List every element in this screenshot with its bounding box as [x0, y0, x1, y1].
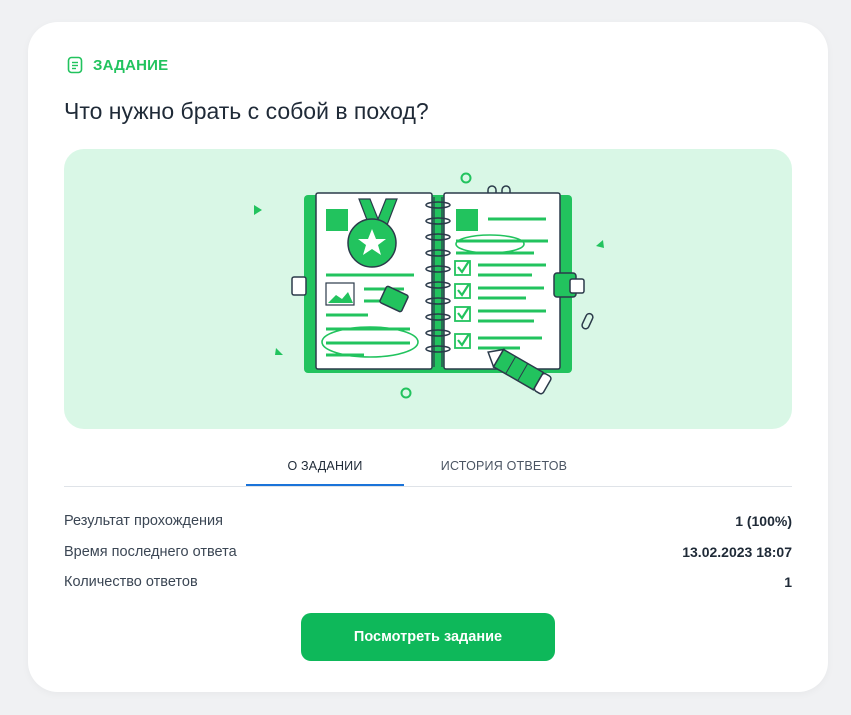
stat-label: Время последнего ответа [64, 543, 237, 560]
stat-row-result: Результат прохождения 1 (100%) [64, 506, 792, 537]
stat-value: 13.02.2023 18:07 [682, 543, 792, 560]
task-card: ЗАДАНИЕ Что нужно брать с собой в поход? [28, 22, 828, 692]
task-badge: ЗАДАНИЕ [66, 56, 168, 74]
task-badge-label: ЗАДАНИЕ [93, 56, 169, 74]
stat-value: 1 (100%) [735, 513, 792, 530]
task-stats: Результат прохождения 1 (100%) Время пос… [64, 506, 792, 598]
task-icon [67, 56, 83, 74]
tab-answer-history[interactable]: ИСТОРИЯ ОТВЕТОВ [424, 454, 584, 486]
tab-about-task[interactable]: О ЗАДАНИИ [246, 454, 404, 486]
view-task-button[interactable]: Посмотреть задание [301, 613, 555, 661]
task-title: Что нужно брать с собой в поход? [64, 98, 429, 124]
stat-label: Результат прохождения [64, 513, 223, 530]
task-tabs: О ЗАДАНИИ ИСТОРИЯ ОТВЕТОВ [64, 454, 792, 487]
illustration-panel [64, 149, 792, 429]
stat-row-answer-count: Количество ответов 1 [64, 567, 792, 598]
stat-value: 1 [784, 574, 792, 591]
stat-row-last-answer-time: Время последнего ответа 13.02.2023 18:07 [64, 537, 792, 568]
notebook-illustration [254, 172, 604, 399]
stat-label: Количество ответов [64, 574, 198, 591]
